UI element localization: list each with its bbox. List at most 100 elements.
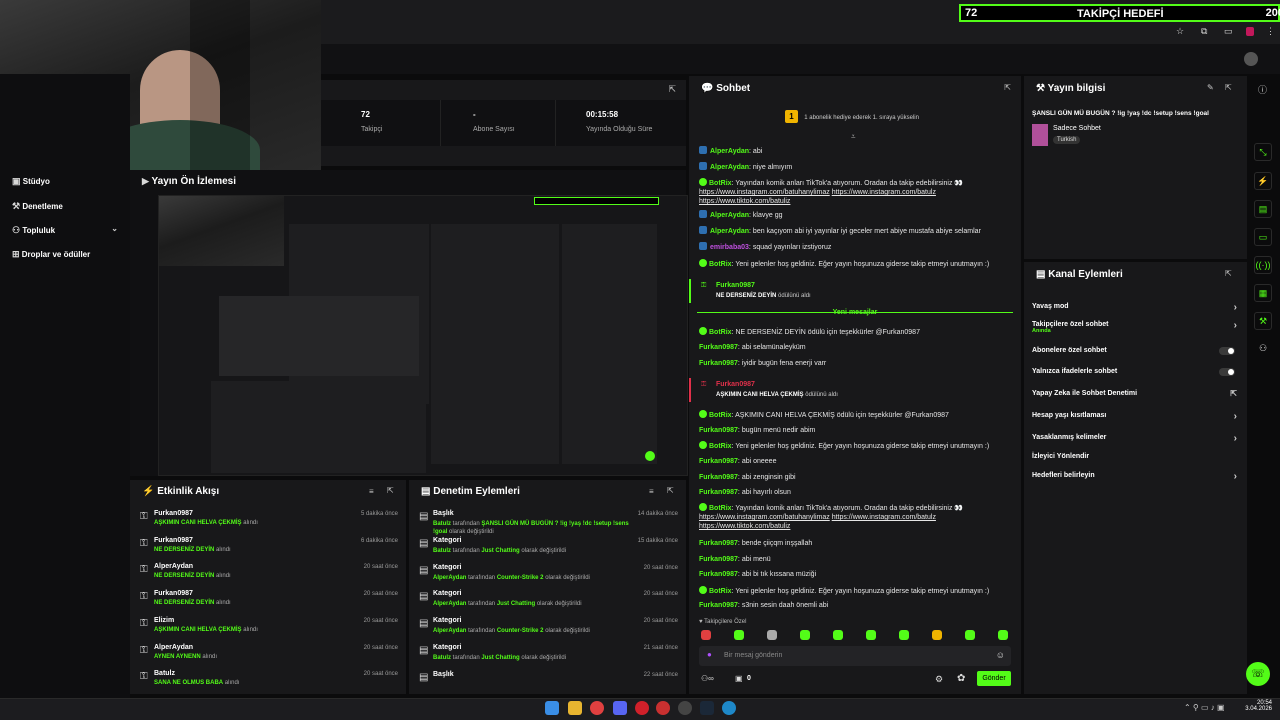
activity-user[interactable]: Elizim [154,617,174,624]
chat-message[interactable]: Furkan0987: abi hayırlı olsun [699,488,1013,497]
chat-message[interactable]: Furkan0987: bende çiiçqm inşşallah [699,539,1013,548]
chat-message[interactable]: BotRix: AŞKIMIN CANI HELVA ÇEKMİŞ ödülü … [699,410,1013,420]
chat-username[interactable]: BotRix [709,180,732,187]
pinned-gift-banner[interactable]: 1 1 abonelik hediye ederek 1. sıraya yük… [785,110,935,124]
clock[interactable]: 20:54 3.04.2026 [1242,700,1272,712]
extension-icon[interactable]: ⧉ [1201,26,1207,37]
emoji-icon[interactable]: ☺ [996,650,1005,660]
chat-username[interactable]: Furkan0987 [699,360,738,367]
mod-user[interactable]: Batulz [433,548,451,554]
channel-action-item[interactable]: Yasaklanmış kelimeler › [1032,433,1239,444]
nav-item-drops[interactable]: ⊞ Droplar ve ödüller [12,249,90,260]
activity-user[interactable]: Furkan0987 [154,510,193,517]
rail-wrench-icon[interactable]: ⚒ [1254,312,1272,330]
chat-link[interactable]: https://www.instagram.com/batuhanylimaz [699,189,830,196]
chat-message[interactable]: Furkan0987: abi menü [699,555,1013,564]
users-icon[interactable]: ⚇∞ [701,674,714,683]
channel-action-item[interactable]: Yavaş mod › [1032,302,1239,313]
channel-action-item[interactable]: Yapay Zeka ile Sohbet Denetimi ⇱ [1032,389,1239,398]
mic-icon[interactable]: ● [707,650,712,659]
opera-icon[interactable] [635,701,649,715]
tray-icons[interactable]: ⌃ ⚲ ▭ ♪ ▣ [1184,703,1225,712]
chat-link[interactable]: https://www.tiktok.com/batuliz [699,198,790,205]
channel-action-item[interactable]: Hesap yaşı kısıtlaması › [1032,411,1239,422]
emote-icon[interactable] [767,630,777,640]
chat-username[interactable]: Furkan0987 [699,344,738,351]
chat-message[interactable]: emirbaba03: squad yayınları izstiyoruz [699,242,1013,252]
sidebar-toggle-icon[interactable]: ▭ [1224,26,1233,37]
activity-user[interactable]: AlperAydan [154,563,193,570]
mod-user[interactable]: AlperAydan [433,628,466,634]
chat-username[interactable]: Furkan0987 [699,571,738,578]
rail-expand-icon[interactable]: ⤡ [1254,143,1272,161]
chat-username[interactable]: Furkan0987 [699,540,738,547]
expand-icon[interactable]: ⇱ [668,84,676,95]
chat-username[interactable]: Furkan0987 [699,489,738,496]
app-icon[interactable] [656,701,670,715]
chat-username[interactable]: emirbaba03 [710,244,749,251]
rail-community-icon[interactable]: ⚇ [1259,343,1267,354]
chat-message[interactable]: AlperAydan: klavye gg [699,210,1013,220]
activity-user[interactable]: AlperAydan [154,644,193,651]
explorer-icon[interactable] [568,701,582,715]
nav-item-studio[interactable]: ▣ Stüdyo [12,176,50,187]
channel-action-item[interactable]: Abonelere özel sohbet [1032,347,1239,355]
chat-message[interactable]: BotRix: Yayından komik anları TikTok'a a… [699,178,1013,206]
user-avatar[interactable] [1244,52,1258,66]
emote-icon[interactable] [932,630,942,640]
nav-item-moderation[interactable]: ⚒ Denetleme [12,201,63,212]
chat-username[interactable]: Furkan0987 [699,602,738,609]
chat-username[interactable]: BotRix [709,588,732,595]
emote-icon[interactable] [866,630,876,640]
chat-username[interactable]: Furkan0987 [699,458,738,465]
chat-username[interactable]: Furkan0987 [699,556,738,563]
chat-message[interactable]: Furkan0987: abi selamünaleyküm [699,343,1013,352]
chat-message[interactable]: BotRix: Yeni gelenler hoş geldiniz. Eğer… [699,586,1013,596]
info-icon[interactable]: ⓘ [1258,83,1267,96]
windows-start-icon[interactable] [545,701,559,715]
toggle-switch[interactable] [1219,368,1235,376]
filter-icon[interactable]: ≡ [369,487,374,496]
emote-icon[interactable] [800,630,810,640]
expand-icon[interactable]: ⇱ [387,486,394,495]
emote-icon[interactable] [899,630,909,640]
chat-message[interactable]: Furkan0987: s3nin sesin daah önemli abi [699,601,1013,610]
chat-message[interactable]: Furkan0987: abi bi tık kıssana müziği [699,570,1013,579]
chat-link[interactable]: https://www.instagram.com/batulz [832,189,936,196]
chat-link[interactable]: https://www.tiktok.com/batuliz [699,523,790,530]
filter-icon[interactable]: ≡ [649,487,654,496]
chat-message[interactable]: Furkan0987: bugün menü nedir abim [699,426,1013,435]
chat-username[interactable]: AlperAydan [710,212,749,219]
chat-link[interactable]: https://www.instagram.com/batuhanylimaz [699,514,830,521]
chat-message[interactable]: AlperAydan: niye almıyım [699,162,1013,172]
chat-username[interactable]: BotRix [709,261,732,268]
popout-icon[interactable]: ⇱ [1225,83,1232,92]
chat-username[interactable]: BotRix [709,329,732,336]
collapse-icon[interactable]: ⩡ [851,132,856,142]
popout-icon[interactable]: ⇱ [1004,83,1011,92]
rail-broadcast-icon[interactable]: ((·)) [1254,256,1272,274]
chat-username[interactable]: Furkan0987 [699,474,738,481]
channel-action-item[interactable]: Hedefleri belirleyin › [1032,471,1239,482]
rail-bolt-icon[interactable]: ⚡ [1254,172,1272,190]
emote-icon[interactable] [701,630,711,640]
mod-user[interactable]: AlperAydan [433,601,466,607]
chat-message[interactable]: Furkan0987: iyidir bugün fena enerji var… [699,359,1013,368]
activity-user[interactable]: Batulz [154,670,175,677]
activity-user[interactable]: Furkan0987 [154,590,193,597]
mod-user[interactable]: Batulz [433,655,451,661]
chat-message[interactable]: BotRix: Yayından komik anları TikTok'a a… [699,503,1013,531]
emote-icon[interactable] [833,630,843,640]
rail-grid-icon[interactable]: ▦ [1254,284,1272,302]
chat-username[interactable]: BotRix [709,505,732,512]
discord-icon[interactable] [613,701,627,715]
reward-user[interactable]: Furkan0987 [716,282,755,289]
chat-message[interactable]: AlperAydan: abi [699,146,1013,156]
rail-chat-icon[interactable]: ▭ [1254,228,1272,246]
chat-username[interactable]: Furkan0987 [699,427,738,434]
menu-dots-icon[interactable]: ⋮ [1266,26,1275,37]
settings-icon[interactable]: ⚙ [935,674,943,685]
reward-user[interactable]: Furkan0987 [716,381,755,388]
steam-icon[interactable] [700,701,714,715]
chat-message[interactable]: Furkan0987: abi oneeee [699,457,1013,466]
